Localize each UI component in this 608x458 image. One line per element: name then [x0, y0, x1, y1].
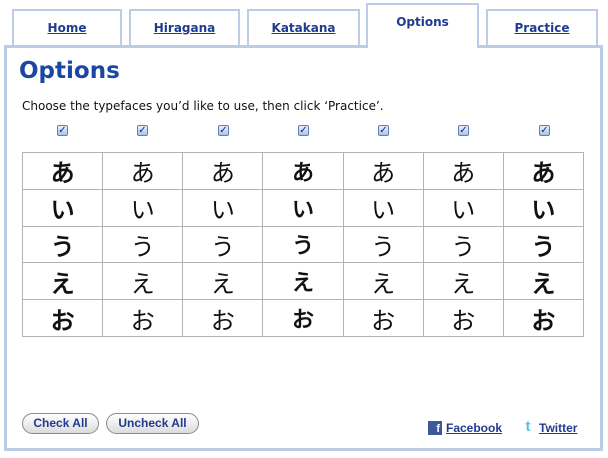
kana-typeface-grid: あ あ あ あ あ あ あ い い い い い い い う う う う う う … — [21, 152, 585, 337]
kana-cell: う — [342, 225, 424, 264]
table-row: う う う う う う う — [21, 225, 585, 264]
kana-cell: あ — [21, 152, 104, 190]
kana-cell: い — [182, 188, 264, 227]
tab-practice-label[interactable]: Practice — [488, 11, 596, 35]
tab-options-label[interactable]: Options — [368, 5, 477, 29]
tab-home-label[interactable]: Home — [14, 11, 120, 35]
kana-cell: お — [422, 299, 504, 337]
kana-cell: あ — [262, 152, 344, 190]
kana-cell: う — [102, 225, 184, 264]
table-row: あ あ あ あ あ あ あ — [21, 152, 585, 190]
kana-cell: う — [21, 225, 104, 264]
kana-cell: あ — [422, 152, 504, 190]
tab-home[interactable]: Home — [12, 9, 122, 45]
typeface-checkbox-6[interactable]: ✓ — [458, 125, 469, 136]
table-row: い い い い い い い — [21, 188, 585, 227]
kana-cell: う — [502, 225, 585, 264]
kana-cell: え — [502, 262, 585, 301]
kana-cell: え — [102, 262, 184, 301]
tab-hiragana-label[interactable]: Hiragana — [131, 11, 238, 35]
table-row: え え え え え え え — [21, 262, 585, 301]
table-row: お お お お お お お — [21, 299, 585, 337]
kana-cell: い — [342, 188, 424, 227]
page-title: Options — [19, 58, 120, 84]
kana-cell: い — [502, 188, 585, 227]
kana-cell: い — [262, 188, 344, 227]
kana-cell: お — [182, 299, 264, 337]
kana-cell: い — [102, 188, 184, 227]
kana-cell: う — [262, 225, 344, 264]
kana-cell: あ — [182, 152, 264, 190]
typeface-checkbox-3[interactable]: ✓ — [218, 125, 229, 136]
typeface-checkbox-1[interactable]: ✓ — [57, 125, 68, 136]
tab-hiragana[interactable]: Hiragana — [129, 9, 240, 45]
kana-cell: お — [21, 299, 104, 337]
uncheck-all-button[interactable]: Uncheck All — [106, 413, 199, 434]
kana-cell: あ — [102, 152, 184, 190]
kana-cell: え — [342, 262, 424, 301]
kana-cell: う — [182, 225, 264, 264]
tab-practice[interactable]: Practice — [486, 9, 598, 45]
kana-cell: え — [182, 262, 264, 301]
tab-katakana[interactable]: Katakana — [247, 9, 360, 45]
kana-cell: え — [262, 262, 344, 301]
kana-cell: あ — [502, 152, 585, 190]
twitter-icon[interactable]: t — [520, 419, 536, 435]
kana-cell: あ — [342, 152, 424, 190]
tab-katakana-label[interactable]: Katakana — [249, 11, 358, 35]
typeface-checkbox-7[interactable]: ✓ — [539, 125, 550, 136]
check-all-button[interactable]: Check All — [22, 413, 99, 434]
kana-cell: お — [102, 299, 184, 337]
kana-cell: う — [422, 225, 504, 264]
kana-cell: え — [422, 262, 504, 301]
kana-cell: い — [21, 188, 104, 227]
facebook-link[interactable]: Facebook — [446, 421, 502, 437]
twitter-link[interactable]: Twitter — [539, 421, 577, 437]
tab-options[interactable]: Options — [366, 3, 479, 48]
kana-cell: い — [422, 188, 504, 227]
typeface-checkbox-2[interactable]: ✓ — [137, 125, 148, 136]
kana-cell: お — [262, 299, 344, 337]
typeface-checkbox-4[interactable]: ✓ — [298, 125, 309, 136]
facebook-icon[interactable]: f — [428, 421, 442, 435]
kana-cell: え — [21, 262, 104, 301]
instructions-text: Choose the typefaces you’d like to use, … — [22, 99, 384, 113]
typeface-checkbox-5[interactable]: ✓ — [378, 125, 389, 136]
kana-cell: お — [342, 299, 424, 337]
kana-cell: お — [502, 299, 585, 337]
